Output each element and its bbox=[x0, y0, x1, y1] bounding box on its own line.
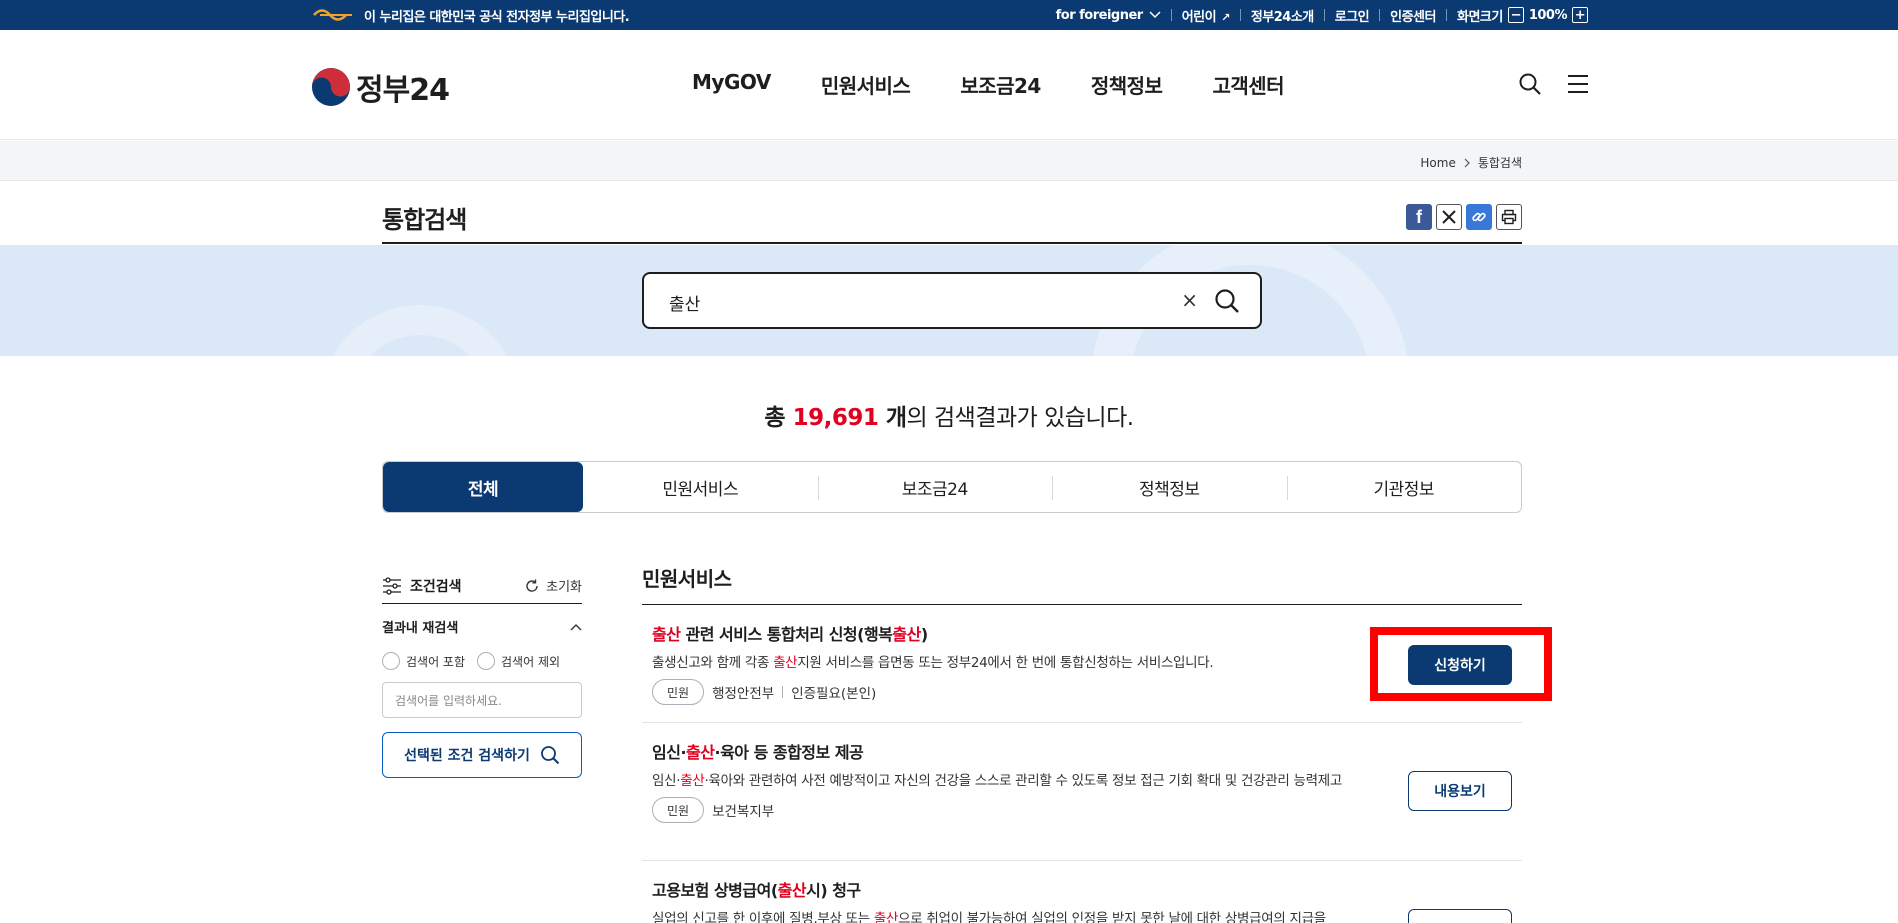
result-title[interactable]: 고용보험 상병급여(출산시) 청구 bbox=[652, 877, 1512, 901]
site-header: 정부24 MyGOV 민원서비스 보조금24 정책정보 고객센터 bbox=[0, 30, 1898, 140]
refresh-icon bbox=[526, 579, 538, 592]
filter-title: 조건검색 bbox=[410, 578, 462, 595]
re-search-toggle[interactable]: 결과내 재검색 bbox=[382, 617, 582, 636]
result-desc: 실업의 신고를 한 이후에 질병,부상 또는 출산으로 취업이 불가능하여 실업… bbox=[652, 911, 1326, 923]
search-icon bbox=[540, 746, 560, 765]
page-title-row: 통합검색 f bbox=[382, 200, 1522, 244]
result-item: 출산 관련 서비스 통합처리 신청(행복출산) 출생신고와 함께 각종 출산지원… bbox=[642, 605, 1522, 723]
login-link[interactable]: 로그인 bbox=[1335, 6, 1370, 25]
result-count: 총 19,691 개의 검색결과가 있습니다. bbox=[0, 398, 1898, 432]
foreigner-dropdown[interactable]: for foreigner bbox=[1056, 8, 1161, 23]
search-input[interactable]: 출산 × bbox=[642, 272, 1262, 329]
result-title[interactable]: 임신·출산·육아 등 종합정보 제공 bbox=[652, 739, 1512, 763]
filter-sliders-icon bbox=[383, 576, 401, 595]
exclude-radio[interactable]: 검색어 제외 bbox=[477, 652, 560, 670]
nav-mygov[interactable]: MyGOV bbox=[692, 70, 771, 99]
category-tag: 민원 bbox=[652, 679, 705, 705]
page: 이 누리집은 대한민국 공식 전자정부 누리집입니다. for foreigne… bbox=[0, 0, 1898, 923]
tab-all[interactable]: 전체 bbox=[383, 462, 583, 512]
foreigner-label: for foreigner bbox=[1055, 7, 1144, 23]
result-prefix: 총 bbox=[764, 405, 793, 431]
search-value: 출산 bbox=[669, 295, 701, 315]
tab-agency-info[interactable]: 기관정보 bbox=[1286, 462, 1522, 512]
result-unit: 개 bbox=[878, 405, 907, 431]
apply-button[interactable]: 신청하기 bbox=[1408, 645, 1512, 685]
tab-subsidy24[interactable]: 보조금24 bbox=[817, 462, 1053, 512]
breadcrumb: Home 통합검색 bbox=[1420, 154, 1522, 171]
taegeuk-logo-icon bbox=[312, 68, 350, 106]
gov-notice: 이 누리집은 대한민국 공식 전자정부 누리집입니다. bbox=[364, 9, 630, 25]
site-logo[interactable]: 정부24 bbox=[312, 65, 450, 109]
re-search-label: 결과내 재검색 bbox=[382, 621, 459, 636]
section-title: 민원서비스 bbox=[642, 563, 1522, 605]
result-number: 19,691 bbox=[792, 405, 879, 431]
print-icon[interactable] bbox=[1496, 204, 1522, 230]
zoom-out-button[interactable]: − bbox=[1507, 7, 1524, 23]
nav-subsidy24[interactable]: 보조금24 bbox=[960, 70, 1041, 99]
nav-policy-info[interactable]: 정책정보 bbox=[1091, 70, 1163, 99]
view-details-button[interactable]: 내용보기 bbox=[1408, 771, 1512, 811]
result-tabs: 전체 민원서비스 보조금24 정책정보 기관정보 bbox=[382, 461, 1522, 513]
keyword-input[interactable]: 검색어를 입력하세요. bbox=[382, 682, 582, 718]
search-band: 출산 × bbox=[0, 245, 1898, 356]
category-tag: 민원 bbox=[652, 797, 705, 823]
tab-policy-info[interactable]: 정책정보 bbox=[1052, 462, 1287, 512]
facebook-icon[interactable]: f bbox=[1406, 204, 1432, 230]
result-desc: 출생신고와 함께 각종 출산지원 서비스를 읍면동 또는 정부24에서 한 번에… bbox=[652, 655, 1214, 671]
view-details-button[interactable] bbox=[1408, 909, 1512, 923]
kids-label: 어린이 bbox=[1181, 9, 1217, 25]
org-name: 보건복지부 bbox=[712, 804, 775, 820]
x-twitter-icon[interactable] bbox=[1436, 204, 1462, 230]
result-item: 임신·출산·육아 등 종합정보 제공 임신·출산·육아와 관련하여 사전 예방적… bbox=[642, 723, 1522, 861]
screen-size-label: 화면크기 bbox=[1456, 9, 1503, 25]
breadcrumb-current: 통합검색 bbox=[1477, 156, 1522, 170]
kids-link[interactable]: 어린이 ↗ bbox=[1181, 6, 1231, 25]
include-label: 검색어 포함 bbox=[406, 654, 466, 669]
cert-center-link[interactable]: 인증센터 bbox=[1390, 6, 1436, 25]
org-name: 행정안전부 bbox=[712, 686, 775, 702]
chevron-down-icon bbox=[1149, 11, 1161, 19]
menu-icon[interactable] bbox=[1566, 72, 1590, 100]
keyword-placeholder: 검색어를 입력하세요. bbox=[395, 693, 502, 708]
chevron-up-icon bbox=[570, 623, 582, 630]
nav-civil-service[interactable]: 민원서비스 bbox=[821, 70, 911, 99]
search-icon[interactable] bbox=[1518, 72, 1542, 100]
search-submit-icon[interactable] bbox=[1214, 288, 1240, 318]
result-title[interactable]: 출산 관련 서비스 통합처리 신청(행복출산) bbox=[652, 621, 1512, 645]
tab-civil-service[interactable]: 민원서비스 bbox=[583, 462, 818, 512]
breadcrumb-bar: Home 통합검색 bbox=[0, 141, 1898, 181]
external-link-icon: ↗ bbox=[1221, 10, 1230, 24]
breadcrumb-home[interactable]: Home bbox=[1420, 156, 1455, 170]
logo-text: 정부24 bbox=[356, 73, 450, 108]
main-nav: MyGOV 민원서비스 보조금24 정책정보 고객센터 bbox=[692, 70, 1285, 99]
about-link[interactable]: 정부24소개 bbox=[1251, 6, 1314, 25]
filter-panel: 조건검색 초기화 결과내 재검색 검색어 포함 검색어 제외 검색어를 입력하세… bbox=[382, 568, 582, 778]
egov-logo-icon bbox=[312, 8, 354, 22]
include-radio[interactable]: 검색어 포함 bbox=[382, 652, 465, 670]
exclude-label: 검색어 제외 bbox=[501, 654, 561, 669]
result-item: 고용보험 상병급여(출산시) 청구 실업의 신고를 한 이후에 질병,부상 또는… bbox=[642, 861, 1522, 923]
apply-filter-button[interactable]: 선택된 조건 검색하기 bbox=[382, 732, 582, 778]
share-buttons: f bbox=[1406, 204, 1522, 230]
reset-label: 초기화 bbox=[546, 580, 582, 595]
nav-customer-center[interactable]: 고객센터 bbox=[1212, 70, 1284, 99]
zoom-value: 100% bbox=[1528, 7, 1568, 23]
auth-required: 인증필요(본인) bbox=[791, 686, 877, 702]
results-list: 민원서비스 출산 관련 서비스 통합처리 신청(행복출산) 출생신고와 함께 각… bbox=[642, 563, 1522, 923]
chevron-right-icon bbox=[1464, 158, 1470, 167]
gov-banner: 이 누리집은 대한민국 공식 전자정부 누리집입니다. for foreigne… bbox=[0, 0, 1898, 30]
result-desc: 임신·출산·육아와 관련하여 사전 예방적이고 자신의 건강을 스스로 관리할 … bbox=[652, 773, 1342, 789]
reset-button[interactable]: 초기화 bbox=[524, 576, 582, 595]
zoom-in-button[interactable]: + bbox=[1572, 7, 1588, 23]
apply-filter-label: 선택된 조건 검색하기 bbox=[404, 748, 530, 764]
clear-search-button[interactable]: × bbox=[1181, 288, 1198, 312]
page-title: 통합검색 bbox=[382, 206, 467, 234]
copy-link-icon[interactable] bbox=[1466, 204, 1492, 230]
result-suffix: 의 검색결과가 있습니다. bbox=[906, 405, 1135, 431]
